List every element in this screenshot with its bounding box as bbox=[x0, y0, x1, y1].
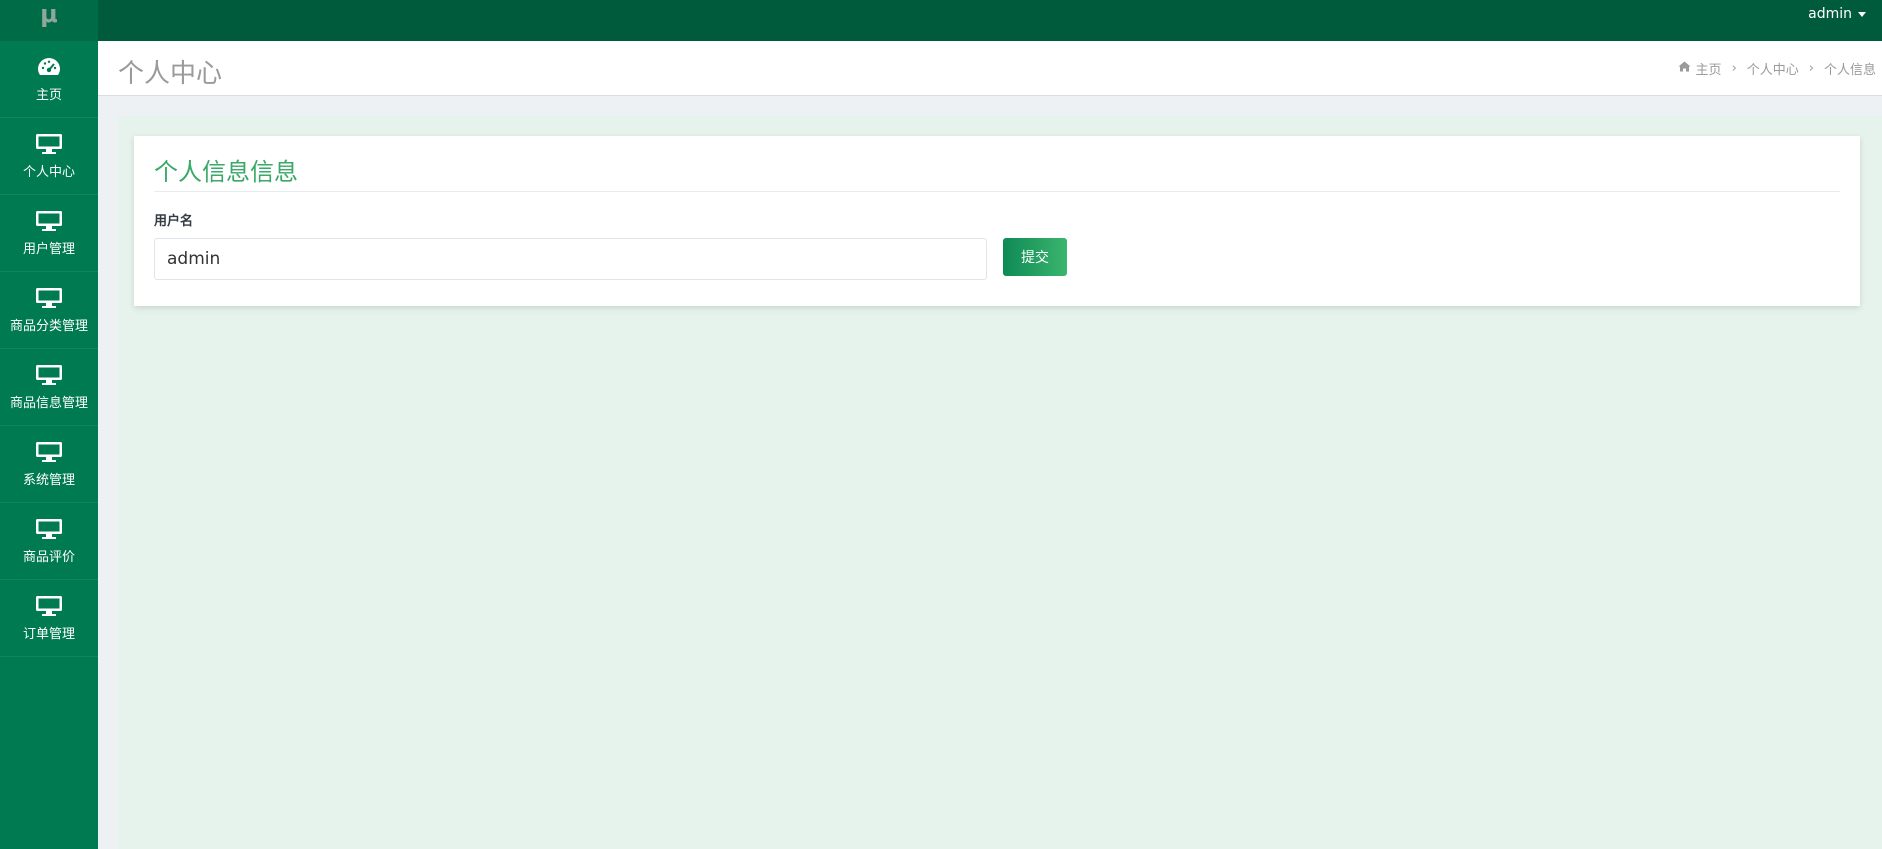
dashboard-icon bbox=[36, 56, 62, 78]
monitor-icon bbox=[35, 518, 63, 540]
sidebar-item-label: 商品信息管理 bbox=[9, 395, 88, 411]
monitor-icon bbox=[35, 287, 63, 309]
sidebar-item-reviews[interactable]: 商品评价 bbox=[0, 503, 98, 580]
username-input[interactable] bbox=[154, 238, 987, 280]
username-label: 用户名 bbox=[154, 214, 194, 229]
monitor-icon bbox=[35, 133, 63, 155]
monitor-icon bbox=[35, 595, 63, 617]
breadcrumb-label: 主页 bbox=[1695, 63, 1722, 78]
sidebar: 主页 个人中心 用户管理 商品分类管理 商品信息管理 系统管理 商品评价 订单管… bbox=[0, 41, 98, 849]
content-area: 个人信息信息 用户名 提交 bbox=[118, 116, 1882, 849]
monitor-icon bbox=[35, 364, 63, 386]
breadcrumb-profile[interactable]: 个人中心 bbox=[1747, 59, 1799, 78]
logo[interactable]: μ bbox=[0, 0, 98, 41]
home-icon bbox=[1678, 61, 1691, 76]
logo-mark: μ bbox=[40, 0, 58, 28]
caret-down-icon bbox=[1858, 11, 1866, 17]
sidebar-item-users[interactable]: 用户管理 bbox=[0, 195, 98, 272]
user-menu[interactable]: admin bbox=[1808, 0, 1866, 28]
sidebar-item-label: 商品分类管理 bbox=[9, 318, 88, 334]
page-title: 个人中心 bbox=[118, 59, 223, 89]
sidebar-item-label: 系统管理 bbox=[22, 472, 75, 488]
breadcrumb-current: 个人信息 bbox=[1824, 59, 1876, 78]
breadcrumb: 主页 › 个人中心 › 个人信息 bbox=[1678, 59, 1876, 78]
monitor-icon bbox=[35, 210, 63, 232]
breadcrumb-label: 个人信息 bbox=[1823, 63, 1876, 78]
sidebar-item-system[interactable]: 系统管理 bbox=[0, 426, 98, 503]
top-bar: μ admin bbox=[0, 0, 1882, 41]
sidebar-item-category[interactable]: 商品分类管理 bbox=[0, 272, 98, 349]
sidebar-item-label: 用户管理 bbox=[22, 241, 75, 257]
form-title: 个人信息信息 bbox=[154, 158, 298, 186]
sidebar-item-orders[interactable]: 订单管理 bbox=[0, 580, 98, 657]
user-name: admin bbox=[1808, 6, 1852, 22]
submit-button[interactable]: 提交 bbox=[1003, 238, 1067, 276]
sidebar-item-profile[interactable]: 个人中心 bbox=[0, 118, 98, 195]
sidebar-item-products[interactable]: 商品信息管理 bbox=[0, 349, 98, 426]
sidebar-item-label: 订单管理 bbox=[22, 626, 75, 642]
profile-form-card: 个人信息信息 用户名 提交 bbox=[134, 136, 1860, 306]
divider bbox=[154, 191, 1840, 192]
sidebar-item-home[interactable]: 主页 bbox=[0, 41, 98, 118]
chevron-right-icon: › bbox=[1731, 61, 1737, 76]
sidebar-item-label: 商品评价 bbox=[22, 549, 75, 565]
breadcrumb-home[interactable]: 主页 bbox=[1678, 59, 1722, 78]
chevron-right-icon: › bbox=[1808, 61, 1814, 76]
page-header: 个人中心 主页 › 个人中心 › 个人信息 bbox=[98, 41, 1882, 96]
breadcrumb-label: 个人中心 bbox=[1746, 63, 1799, 78]
sidebar-item-label: 主页 bbox=[35, 87, 62, 103]
sidebar-item-label: 个人中心 bbox=[22, 164, 75, 180]
monitor-icon bbox=[35, 441, 63, 463]
